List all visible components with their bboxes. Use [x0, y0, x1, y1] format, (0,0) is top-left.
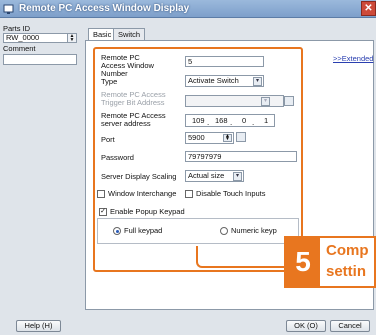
- help-button[interactable]: Help (H): [16, 320, 61, 332]
- dialog-window: Remote PC Access Window Display ✕ Parts …: [0, 0, 376, 335]
- comment-label: Comment: [3, 44, 36, 53]
- callout-text-line-1: Comp: [326, 242, 369, 259]
- app-icon: [3, 4, 14, 14]
- close-button[interactable]: ✕: [361, 1, 376, 16]
- window-title: Remote PC Access Window Display: [19, 3, 190, 14]
- comment-field[interactable]: [3, 54, 77, 65]
- callout: 5 Comp settin: [284, 236, 376, 288]
- highlight-box: [93, 47, 303, 272]
- parts-id-value: RW_0000: [6, 33, 40, 42]
- callout-text-line-2: settin: [326, 263, 367, 280]
- callout-connector: [196, 246, 286, 268]
- extended-link[interactable]: >>Extended: [333, 54, 373, 63]
- cancel-button[interactable]: Cancel: [330, 320, 370, 332]
- title-bar[interactable]: Remote PC Access Window Display ✕: [0, 0, 376, 18]
- left-panel: Parts ID RW_0000 ▲ ▼ Comment: [0, 18, 82, 318]
- parts-id-field[interactable]: RW_0000 ▲ ▼: [3, 33, 77, 43]
- ok-button[interactable]: OK (O): [286, 320, 326, 332]
- tab-switch[interactable]: Switch: [113, 28, 146, 40]
- callout-number: 5: [286, 238, 320, 286]
- parts-id-spinner[interactable]: ▲ ▼: [67, 34, 76, 43]
- parts-id-label: Parts ID: [3, 24, 31, 33]
